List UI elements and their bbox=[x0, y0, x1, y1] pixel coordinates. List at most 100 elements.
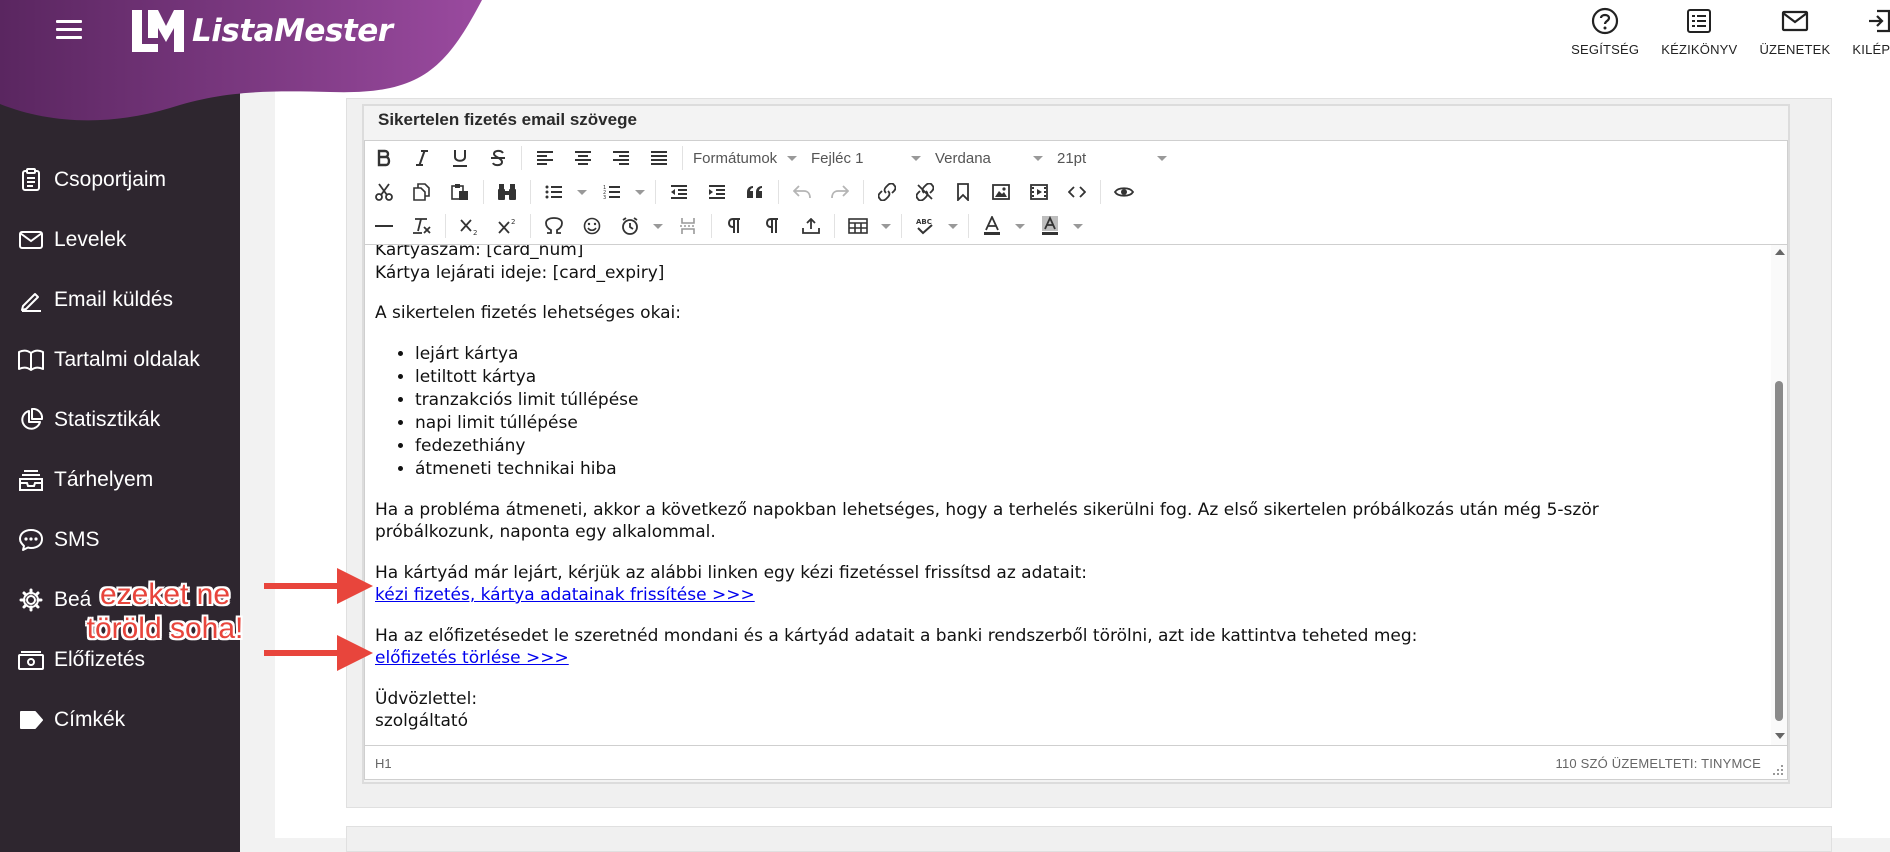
toolbar-separator bbox=[834, 214, 835, 238]
align-right-button[interactable] bbox=[608, 145, 634, 171]
manual-button[interactable]: KÉZIKÖNYV bbox=[1661, 0, 1737, 78]
subscript-button[interactable]: 2 bbox=[456, 213, 482, 239]
formats-dropdown[interactable]: Formátumok bbox=[693, 145, 797, 171]
logout-button[interactable]: KILÉPÉS bbox=[1852, 0, 1890, 78]
italic-button[interactable] bbox=[409, 145, 435, 171]
sidebar-item-label: SMS bbox=[54, 528, 100, 551]
source-code-button[interactable] bbox=[1064, 179, 1090, 205]
brand-name: ListaMester bbox=[192, 13, 393, 49]
greeting-text: Üdvözlettel: bbox=[375, 688, 478, 709]
manual-label: KÉZIKÖNYV bbox=[1661, 42, 1738, 57]
find-replace-button[interactable] bbox=[494, 179, 520, 205]
bold-button[interactable] bbox=[371, 145, 397, 171]
sidebar-item-label: Statisztikák bbox=[54, 408, 161, 431]
editor-content[interactable]: Kártyaszám: [card_num] Kártya lejárati i… bbox=[365, 245, 1787, 745]
logout-icon bbox=[1865, 6, 1890, 36]
toolbar-separator bbox=[778, 180, 779, 204]
paste-button[interactable] bbox=[447, 179, 473, 205]
background-color-button[interactable] bbox=[1037, 213, 1083, 239]
chevron-down-icon bbox=[577, 189, 587, 195]
align-justify-button[interactable] bbox=[646, 145, 672, 171]
undo-button[interactable] bbox=[789, 179, 815, 205]
ltr-button[interactable] bbox=[722, 213, 748, 239]
sidebar-item-tartalmi-oldalak[interactable]: Tartalmi oldalak bbox=[0, 330, 240, 390]
toolbar-row-3: 2 2 ABC bbox=[371, 211, 1095, 241]
preview-button[interactable] bbox=[1111, 179, 1137, 205]
insert-datetime-button[interactable] bbox=[617, 213, 663, 239]
numbered-list-button[interactable]: 123 bbox=[599, 179, 645, 205]
logout-label: KILÉPÉS bbox=[1852, 42, 1890, 57]
table-button[interactable] bbox=[845, 213, 891, 239]
upload-button[interactable] bbox=[798, 213, 824, 239]
next-panel bbox=[346, 826, 1832, 852]
toolbar-separator bbox=[483, 180, 484, 204]
align-center-button[interactable] bbox=[570, 145, 596, 171]
list-item: letiltott kártya bbox=[415, 366, 1755, 389]
insert-link-button[interactable] bbox=[874, 179, 900, 205]
insert-media-button[interactable] bbox=[1026, 179, 1052, 205]
sidebar-item-email-kuldes[interactable]: Email küldés bbox=[0, 270, 240, 330]
brand-logo[interactable]: ListaMester bbox=[128, 8, 393, 54]
annotation-line-1: ezeket ne bbox=[99, 578, 231, 611]
sidebar-item-csoportjaim[interactable]: Csoportjaim bbox=[0, 150, 240, 210]
sidebar-item-levelek[interactable]: Levelek bbox=[0, 210, 240, 270]
bullet-list-icon bbox=[541, 179, 567, 205]
chevron-down-icon bbox=[1157, 155, 1167, 161]
sidebar: Csoportjaim Levelek Email küldés Tartalm… bbox=[0, 0, 240, 852]
insert-image-button[interactable] bbox=[988, 179, 1014, 205]
blockquote-button[interactable] bbox=[742, 179, 768, 205]
pie-chart-icon bbox=[18, 407, 44, 433]
chevron-down-icon bbox=[653, 223, 663, 229]
emoticons-button[interactable] bbox=[579, 213, 605, 239]
chevron-down-icon bbox=[1073, 223, 1083, 229]
element-path[interactable]: H1 bbox=[375, 756, 392, 771]
toolbar-separator bbox=[1100, 180, 1101, 204]
heading-value: Fejléc 1 bbox=[811, 149, 864, 167]
cancel-subscription-link[interactable]: előfizetés törlése >>> bbox=[375, 648, 569, 668]
menu-toggle-button[interactable] bbox=[56, 20, 82, 40]
text-color-icon bbox=[979, 213, 1005, 239]
copy-button[interactable] bbox=[409, 179, 435, 205]
remove-link-button[interactable] bbox=[912, 179, 938, 205]
editor-scrollbar[interactable] bbox=[1771, 245, 1787, 745]
manual-payment-link[interactable]: kézi fizetés, kártya adatainak frissítés… bbox=[375, 585, 755, 605]
help-icon bbox=[1590, 6, 1620, 36]
scroll-down-icon[interactable] bbox=[1775, 733, 1785, 739]
superscript-button[interactable]: 2 bbox=[494, 213, 520, 239]
cut-button[interactable] bbox=[371, 179, 397, 205]
sidebar-item-tarhelyem[interactable]: Tárhelyem bbox=[0, 450, 240, 510]
help-button[interactable]: SEGÍTSÉG bbox=[1571, 0, 1639, 78]
page-break-button[interactable] bbox=[675, 213, 701, 239]
help-label: SEGÍTSÉG bbox=[1571, 42, 1640, 57]
scroll-up-icon[interactable] bbox=[1775, 249, 1785, 255]
font-family-dropdown[interactable]: Verdana bbox=[935, 145, 1043, 171]
sidebar-item-label: Címkék bbox=[54, 708, 126, 731]
horizontal-rule-button[interactable] bbox=[371, 213, 397, 239]
underline-button[interactable] bbox=[447, 145, 473, 171]
messages-button[interactable]: ÜZENETEK bbox=[1759, 0, 1830, 78]
listamester-logo-icon bbox=[132, 10, 184, 52]
align-left-button[interactable] bbox=[532, 145, 558, 171]
bookmark-button[interactable] bbox=[950, 179, 976, 205]
outdent-button[interactable] bbox=[666, 179, 692, 205]
text-color-button[interactable] bbox=[979, 213, 1025, 239]
heading-dropdown[interactable]: Fejléc 1 bbox=[811, 145, 921, 171]
strikethrough-button[interactable] bbox=[485, 145, 511, 171]
rich-text-editor: Formátumok Fejléc 1 Verdana 21pt 123 2 2… bbox=[364, 140, 1788, 780]
sidebar-item-cimkek[interactable]: Címkék bbox=[0, 690, 240, 750]
clear-formatting-button[interactable] bbox=[409, 213, 435, 239]
rtl-button[interactable] bbox=[760, 213, 786, 239]
redo-button[interactable] bbox=[827, 179, 853, 205]
temporary-problem-text-1: Ha a probléma átmeneti, akkor a következ… bbox=[375, 499, 1599, 520]
sidebar-item-sms[interactable]: SMS bbox=[0, 510, 240, 570]
sidebar-item-statisztikak[interactable]: Statisztikák bbox=[0, 390, 240, 450]
bullet-list-button[interactable] bbox=[541, 179, 587, 205]
toolbar-separator bbox=[682, 146, 683, 170]
special-character-button[interactable] bbox=[541, 213, 567, 239]
spellcheck-button[interactable]: ABC bbox=[912, 213, 958, 239]
scrollbar-thumb[interactable] bbox=[1775, 381, 1783, 721]
expired-card-text: Ha kártyád már lejárt, kérjük az alábbi … bbox=[375, 562, 1087, 583]
indent-button[interactable] bbox=[704, 179, 730, 205]
resize-handle-icon[interactable] bbox=[1772, 764, 1784, 776]
font-size-dropdown[interactable]: 21pt bbox=[1057, 145, 1167, 171]
